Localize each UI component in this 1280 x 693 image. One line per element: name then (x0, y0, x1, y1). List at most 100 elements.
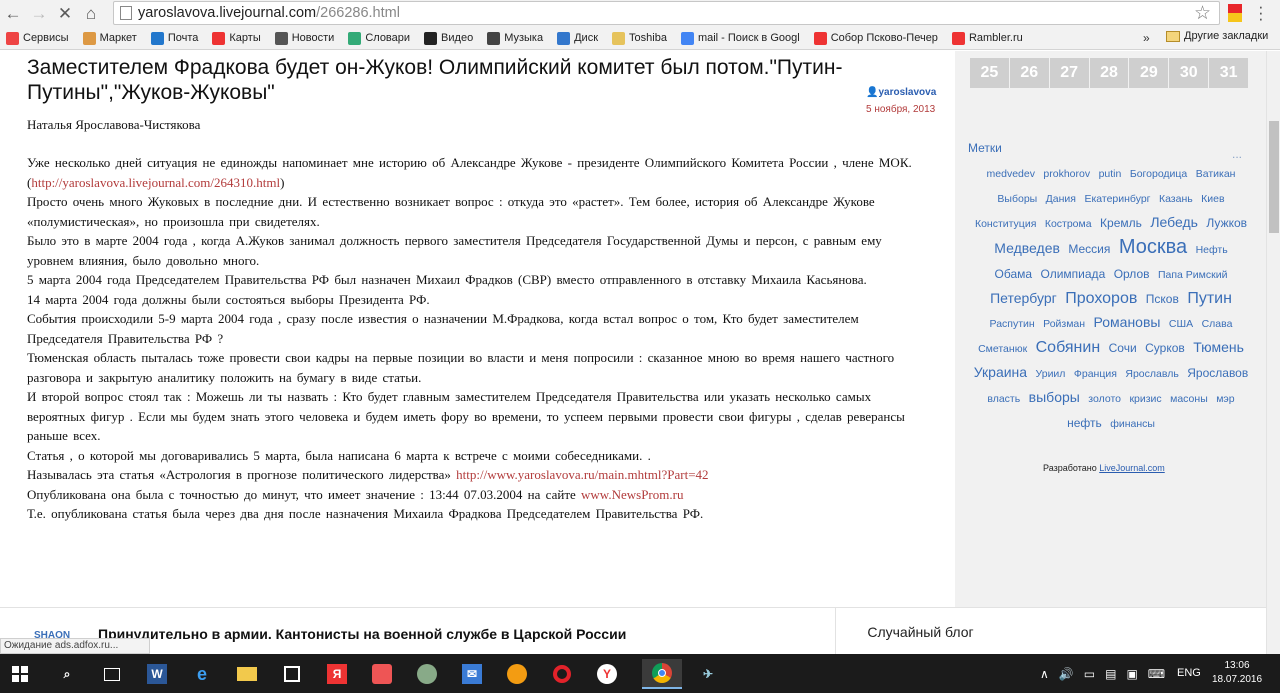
tags-more-link[interactable]: ... (1232, 147, 1242, 161)
chrome-icon[interactable] (642, 659, 682, 689)
calendar-day[interactable]: 25 (970, 58, 1010, 88)
tray-chevron-icon[interactable]: ∧ (1040, 667, 1049, 681)
tag-link[interactable]: Киев (1201, 193, 1224, 205)
livejournal-link[interactable]: LiveJournal.com (1099, 463, 1165, 473)
tag-link[interactable]: Выборы (997, 193, 1037, 205)
bookmark-item[interactable]: Карты (212, 31, 261, 45)
tag-link[interactable]: Мессия (1068, 242, 1110, 256)
mail-icon[interactable]: ✉ (452, 659, 492, 689)
tag-link[interactable]: Собянин (1036, 339, 1101, 356)
tag-link[interactable]: выборы (1029, 389, 1080, 405)
tag-link[interactable]: Романовы (1094, 314, 1161, 330)
tag-link[interactable]: Кострома (1045, 218, 1092, 230)
tag-link[interactable]: Лебедь (1150, 214, 1198, 230)
home-icon[interactable]: ⌂ (78, 1, 104, 27)
edge-icon[interactable]: e (182, 659, 222, 689)
bookmark-item[interactable]: Маркет (82, 31, 137, 45)
tag-link[interactable]: Слава (1202, 318, 1233, 330)
tag-link[interactable]: Екатеринбург (1084, 193, 1150, 205)
random-blog-button[interactable]: Случайный блог (835, 608, 1005, 655)
bookmark-item[interactable]: Видео (424, 31, 473, 45)
tag-link[interactable]: medvedev (987, 168, 1035, 180)
app-circle-icon[interactable] (407, 659, 447, 689)
tag-link[interactable]: Дания (1046, 193, 1076, 205)
app-orange-icon[interactable] (497, 659, 537, 689)
bookmark-item[interactable]: Собор Псково-Печер (813, 31, 938, 45)
back-icon[interactable]: ← (0, 1, 26, 27)
tag-link[interactable]: Казань (1159, 193, 1193, 205)
bookmarks-more-button[interactable]: » (1143, 31, 1150, 45)
paragraph-link[interactable]: http://www.yaroslavova.ru/main.mhtml?Par… (456, 467, 708, 482)
calendar-day[interactable]: 31 (1209, 58, 1250, 88)
yandex-browser-icon[interactable]: Y (587, 659, 627, 689)
tag-link[interactable]: Псков (1146, 292, 1179, 306)
tag-link[interactable]: Медведев (994, 240, 1060, 256)
keyboard-icon[interactable]: ⌨ (1148, 667, 1165, 681)
explorer-icon[interactable] (227, 659, 267, 689)
bookmark-item[interactable]: Сервисы (6, 31, 69, 45)
tag-link[interactable]: Франция (1074, 368, 1117, 380)
calendar-day[interactable]: 28 (1089, 58, 1130, 88)
tag-link[interactable]: золото (1088, 393, 1121, 405)
search-icon[interactable]: ⌕ (47, 659, 87, 689)
bookmark-item[interactable]: Новости (274, 31, 334, 45)
tag-link[interactable]: putin (1099, 168, 1122, 180)
tag-link[interactable]: Олимпиада (1041, 267, 1106, 281)
language-indicator[interactable]: ENG (1177, 667, 1201, 679)
volume-icon[interactable]: 🔊 (1059, 667, 1074, 681)
paragraph-link[interactable]: www.NewsProm.ru (581, 487, 683, 502)
stop-icon[interactable]: ✕ (52, 1, 78, 27)
tag-link[interactable]: США (1169, 318, 1193, 330)
network-icon[interactable]: ▤ (1105, 667, 1116, 681)
tag-link[interactable]: нефть (1067, 416, 1102, 430)
tag-link[interactable]: Сметанюк (978, 343, 1027, 355)
scrollbar[interactable] (1266, 51, 1280, 654)
menu-icon[interactable]: · · · (1258, 0, 1264, 27)
yandex-app-icon[interactable]: Я (317, 659, 357, 689)
tag-link[interactable]: власть (987, 393, 1020, 405)
tag-link[interactable]: prokhorov (1043, 168, 1090, 180)
tag-link[interactable]: Лужков (1206, 216, 1247, 230)
other-bookmarks[interactable]: Другие закладки (1166, 30, 1268, 42)
author-link[interactable]: 👤yaroslavova (866, 87, 946, 98)
paragraph-link[interactable]: http://yaroslavova.livejournal.com/26431… (31, 175, 280, 190)
bookmark-item[interactable]: Toshiba (612, 31, 667, 45)
tag-link[interactable]: Сурков (1145, 341, 1185, 355)
tag-link[interactable]: Украина (974, 364, 1027, 380)
calendar-day[interactable]: 26 (1009, 58, 1050, 88)
calendar-day[interactable]: 30 (1169, 58, 1210, 88)
tag-link[interactable]: Уриил (1036, 368, 1066, 380)
tag-link[interactable]: Тюмень (1193, 339, 1244, 355)
scroll-thumb[interactable] (1269, 121, 1279, 233)
clock[interactable]: 13:06 18.07.2016 (1212, 659, 1262, 687)
browser-icon[interactable] (362, 659, 402, 689)
tag-link[interactable]: Ярославль (1125, 368, 1178, 380)
task-view-icon[interactable] (92, 659, 132, 689)
tag-link[interactable]: кризис (1129, 393, 1161, 405)
calendar-day[interactable]: 27 (1049, 58, 1090, 88)
tag-link[interactable]: Путин (1187, 290, 1232, 307)
tag-link[interactable]: Ватикан (1196, 168, 1236, 180)
tag-link[interactable]: Нефть (1196, 244, 1228, 256)
store-icon[interactable] (272, 659, 312, 689)
tag-link[interactable]: финансы (1110, 418, 1155, 430)
tag-link[interactable]: Сочи (1109, 341, 1137, 355)
tag-link[interactable]: Конституция (975, 218, 1036, 230)
tag-link[interactable]: мэр (1216, 393, 1234, 405)
bookmark-item[interactable]: Музыка (487, 31, 543, 45)
tag-link[interactable]: Ройзман (1043, 318, 1085, 330)
tag-link[interactable]: Прохоров (1065, 290, 1137, 307)
bookmark-item[interactable]: Rambler.ru (951, 31, 1023, 45)
extension-icon[interactable] (1228, 4, 1242, 22)
tag-link[interactable]: Ярославов (1187, 366, 1248, 380)
bookmark-star-icon[interactable]: ☆ (1194, 2, 1211, 25)
calendar-day[interactable]: 29 (1129, 58, 1170, 88)
bookmark-item[interactable]: Словари (348, 31, 410, 45)
opera-icon[interactable] (542, 659, 582, 689)
app-bird-icon[interactable]: ✈ (688, 659, 728, 689)
notification-icon[interactable]: ▣ (1126, 667, 1137, 681)
word-icon[interactable]: W (137, 659, 177, 689)
tag-link[interactable]: Папа Римский (1158, 269, 1228, 281)
related-post-title[interactable]: Принудительно в армии. Кантонисты на вое… (98, 626, 626, 642)
tag-link[interactable]: масоны (1170, 393, 1208, 405)
